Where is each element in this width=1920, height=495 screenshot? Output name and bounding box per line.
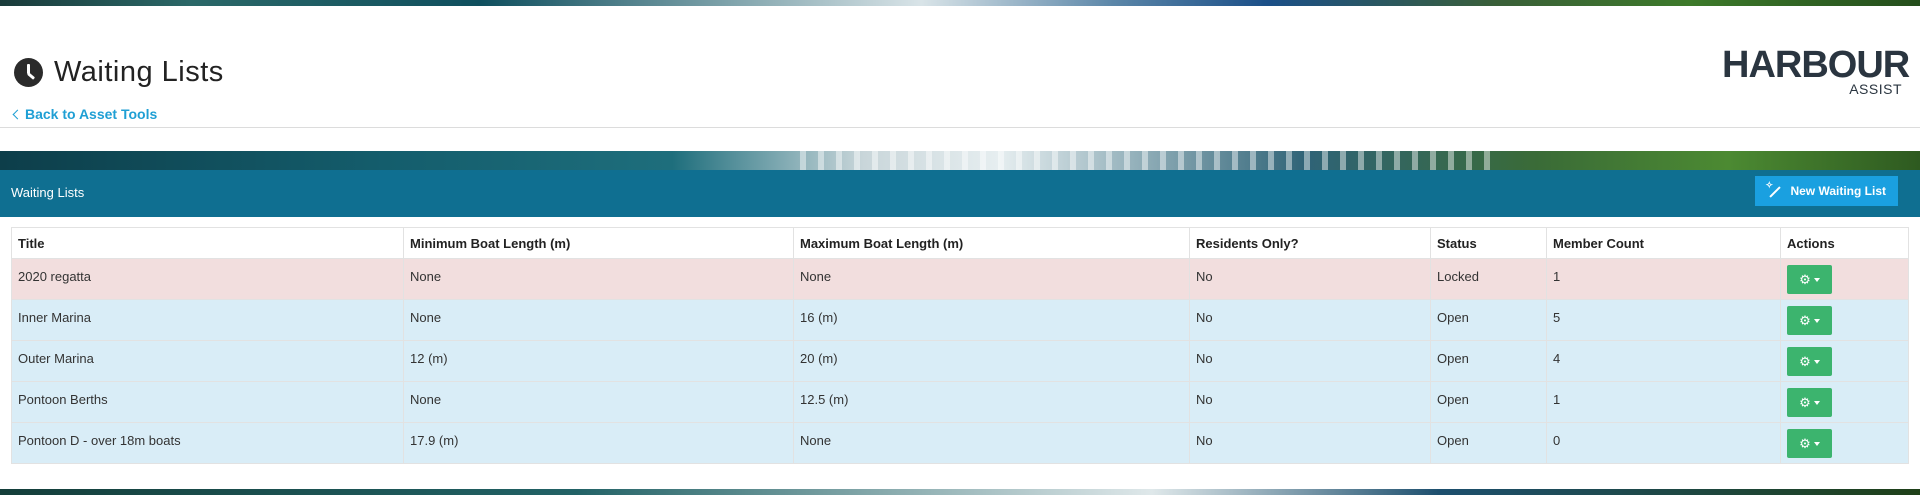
table-row: Pontoon D - over 18m boats 17.9 (m) None No… <box>11 422 1909 464</box>
gear-icon: ⚙ <box>1799 354 1811 369</box>
cell-residents-only: No <box>1189 299 1431 341</box>
cell-residents-only: No <box>1189 258 1431 300</box>
back-to-asset-tools-link[interactable]: Back to Asset Tools <box>12 106 158 122</box>
cell-title: Inner Marina <box>11 299 404 341</box>
cell-min-length: None <box>403 381 794 423</box>
cell-status: Open <box>1430 422 1547 464</box>
cell-status: Locked <box>1430 258 1547 300</box>
cell-residents-only: No <box>1189 381 1431 423</box>
cell-min-length: 17.9 (m) <box>403 422 794 464</box>
column-header-status[interactable]: Status <box>1430 227 1547 259</box>
table-header-row: Title Minimum Boat Length (m) Maximum Bo… <box>11 227 1909 259</box>
cell-member-count: 0 <box>1546 422 1781 464</box>
table-row: 2020 regatta None None No Locked 1 ⚙ <box>11 258 1909 300</box>
cell-member-count: 1 <box>1546 258 1781 300</box>
back-link-label: Back to Asset Tools <box>25 106 158 122</box>
cell-max-length: 20 (m) <box>793 340 1190 382</box>
column-header-max-length[interactable]: Maximum Boat Length (m) <box>793 227 1190 259</box>
column-header-min-length[interactable]: Minimum Boat Length (m) <box>403 227 794 259</box>
cell-actions: ⚙ <box>1780 422 1909 464</box>
table-row: Outer Marina 12 (m) 20 (m) No Open 4 ⚙ <box>11 340 1909 382</box>
logo-main-text: HARBOUR <box>1722 44 1910 86</box>
cell-max-length: 12.5 (m) <box>793 381 1190 423</box>
row-actions-dropdown-button[interactable]: ⚙ <box>1787 429 1832 458</box>
marina-photo-band <box>0 151 1920 170</box>
cell-member-count: 4 <box>1546 340 1781 382</box>
cell-status: Open <box>1430 299 1547 341</box>
page-title: Waiting Lists <box>14 56 224 89</box>
gear-icon: ⚙ <box>1799 436 1811 451</box>
cell-actions: ⚙ <box>1780 258 1909 300</box>
panel-heading: Waiting Lists New Waiting List <box>0 170 1920 217</box>
gear-icon: ⚙ <box>1799 272 1811 287</box>
cell-title: Pontoon D - over 18m boats <box>11 422 404 464</box>
cell-max-length: 16 (m) <box>793 299 1190 341</box>
cell-min-length: None <box>403 299 794 341</box>
caret-down-icon <box>1813 277 1820 282</box>
cell-residents-only: No <box>1189 422 1431 464</box>
table-row: Pontoon Berths None 12.5 (m) No Open 1 ⚙ <box>11 381 1909 423</box>
page-title-text: Waiting Lists <box>54 56 224 88</box>
caret-down-icon <box>1813 359 1820 364</box>
cell-member-count: 5 <box>1546 299 1781 341</box>
cell-title: Pontoon Berths <box>11 381 404 423</box>
footer-photo-strip <box>0 489 1920 495</box>
magic-wand-icon <box>1765 180 1782 199</box>
cell-title: Outer Marina <box>11 340 404 382</box>
cell-status: Open <box>1430 381 1547 423</box>
cell-actions: ⚙ <box>1780 381 1909 423</box>
panel-title: Waiting Lists <box>11 185 85 200</box>
new-waiting-list-label: New Waiting List <box>1790 184 1886 198</box>
caret-down-icon <box>1813 400 1820 405</box>
page-header: Waiting Lists Back to Asset Tools HARBOU… <box>0 6 1920 128</box>
panel-body: Title Minimum Boat Length (m) Maximum Bo… <box>0 217 1920 489</box>
cell-max-length: None <box>793 258 1190 300</box>
column-header-title[interactable]: Title <box>11 227 404 259</box>
row-actions-dropdown-button[interactable]: ⚙ <box>1787 265 1832 294</box>
cell-member-count: 1 <box>1546 381 1781 423</box>
chevron-left-icon <box>12 109 23 120</box>
new-waiting-list-button[interactable]: New Waiting List <box>1755 176 1898 206</box>
cell-min-length: 12 (m) <box>403 340 794 382</box>
gear-icon: ⚙ <box>1799 395 1811 410</box>
cell-min-length: None <box>403 258 794 300</box>
cell-actions: ⚙ <box>1780 340 1909 382</box>
caret-down-icon <box>1813 318 1820 323</box>
row-actions-dropdown-button[interactable]: ⚙ <box>1787 347 1832 376</box>
waiting-lists-table: Title Minimum Boat Length (m) Maximum Bo… <box>11 227 1909 464</box>
cell-status: Open <box>1430 340 1547 382</box>
cell-title: 2020 regatta <box>11 258 404 300</box>
column-header-member-count[interactable]: Member Count <box>1546 227 1781 259</box>
column-header-actions: Actions <box>1780 227 1909 259</box>
harbour-assist-logo: HARBOUR ASSIST <box>1722 44 1910 102</box>
column-header-residents-only[interactable]: Residents Only? <box>1189 227 1431 259</box>
clock-icon <box>14 58 43 87</box>
row-actions-dropdown-button[interactable]: ⚙ <box>1787 388 1832 417</box>
cell-residents-only: No <box>1189 340 1431 382</box>
cell-actions: ⚙ <box>1780 299 1909 341</box>
gear-icon: ⚙ <box>1799 313 1811 328</box>
caret-down-icon <box>1813 441 1820 446</box>
row-actions-dropdown-button[interactable]: ⚙ <box>1787 306 1832 335</box>
cell-max-length: None <box>793 422 1190 464</box>
table-row: Inner Marina None 16 (m) No Open 5 ⚙ <box>11 299 1909 341</box>
